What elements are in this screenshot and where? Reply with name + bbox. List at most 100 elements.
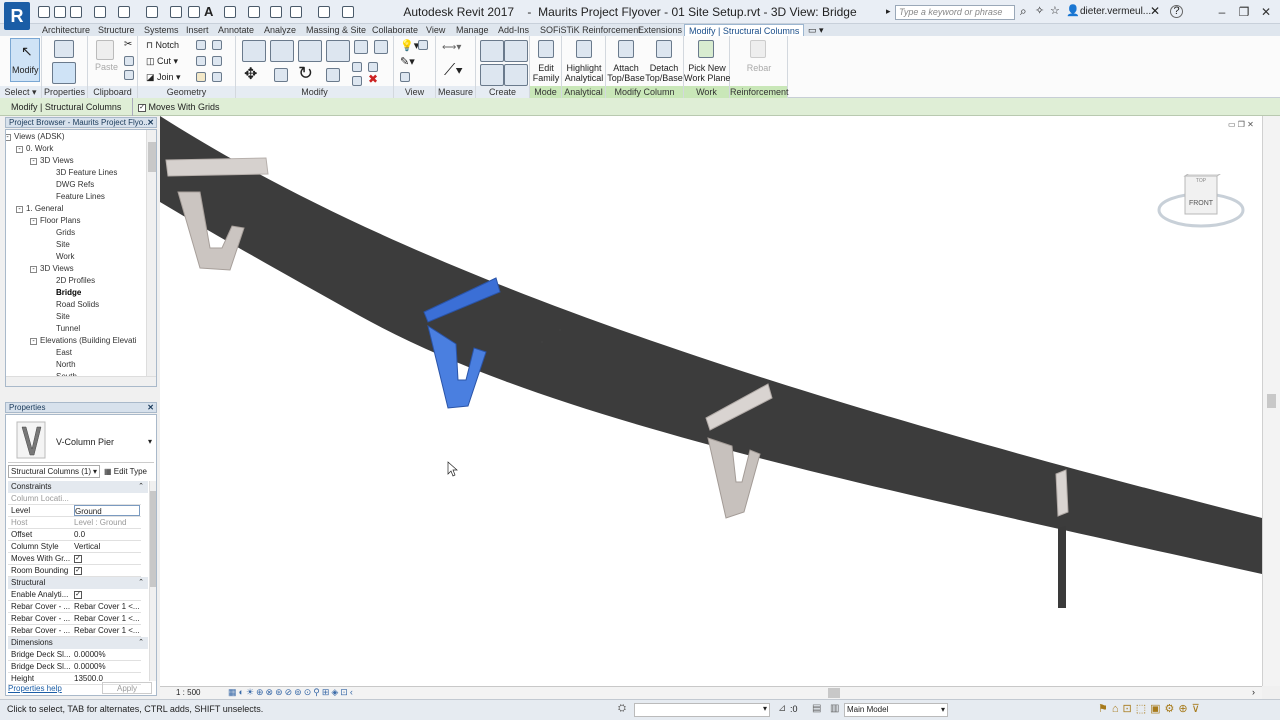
close-hidden-icon[interactable] bbox=[290, 6, 302, 18]
property-row[interactable]: Rebar Cover - ... Rebar Cover 1 <... bbox=[8, 601, 141, 613]
minimize-button[interactable]: – bbox=[1212, 4, 1232, 20]
view-vertical-scrollbar[interactable] bbox=[1262, 116, 1280, 686]
scrollbar-thumb[interactable] bbox=[1267, 394, 1276, 408]
type-properties-icon[interactable] bbox=[54, 40, 74, 58]
design-option-select[interactable]: Main Model ▾ bbox=[844, 703, 948, 717]
measure-icon[interactable] bbox=[146, 6, 158, 18]
undo-icon[interactable] bbox=[94, 6, 106, 18]
tab-annotate[interactable]: Annotate bbox=[218, 24, 254, 36]
remove-paint-icon[interactable] bbox=[212, 56, 222, 66]
property-row[interactable]: Level Ground bbox=[8, 505, 141, 517]
tree-collapse-icon[interactable]: - bbox=[30, 338, 37, 345]
join-button[interactable]: ◪ Join ▾ bbox=[146, 72, 181, 83]
tree-item[interactable]: 2D Profiles bbox=[56, 276, 95, 285]
3d-view-canvas[interactable]: ▭ ❐ ✕ FRONT TOP bbox=[160, 116, 1262, 686]
property-value[interactable]: 0.0000% bbox=[74, 661, 140, 672]
pin-icon[interactable] bbox=[212, 72, 222, 82]
tree-collapse-icon[interactable]: - bbox=[30, 218, 37, 225]
properties-icon[interactable] bbox=[52, 62, 76, 84]
tree-item[interactable]: 1. General bbox=[26, 204, 63, 213]
tree-item[interactable]: 3D Views bbox=[40, 156, 74, 165]
pick-new-work-plane-button[interactable]: Pick New Work Plane bbox=[684, 63, 730, 83]
offset-icon[interactable] bbox=[270, 40, 294, 62]
attach-top-base-icon[interactable] bbox=[618, 40, 634, 58]
edit-family-button[interactable]: Edit Family bbox=[530, 63, 562, 83]
wall-join-icon[interactable] bbox=[196, 40, 206, 50]
tab-massing-site[interactable]: Massing & Site bbox=[306, 24, 366, 36]
trim-icon[interactable] bbox=[326, 68, 340, 82]
tab-architecture[interactable]: Architecture bbox=[42, 24, 90, 36]
property-checkbox[interactable]: ✓ bbox=[74, 589, 140, 600]
property-row[interactable]: Moves With Gr... ✓ bbox=[8, 553, 141, 565]
viewcube-front-face[interactable]: FRONT bbox=[1185, 200, 1217, 207]
property-row[interactable]: Offset 0.0 bbox=[8, 529, 141, 541]
viewcube-top-face[interactable]: TOP bbox=[1185, 178, 1217, 184]
cut-clipboard-icon[interactable]: ✂ bbox=[124, 39, 132, 50]
collapse-group-icon[interactable]: ⌃ bbox=[138, 481, 144, 493]
help-icon[interactable]: ? bbox=[1170, 5, 1183, 18]
view-window-controls[interactable]: ▭ ❐ ✕ bbox=[1228, 120, 1254, 129]
tab-collaborate[interactable]: Collaborate bbox=[372, 24, 418, 36]
tree-collapse-icon[interactable]: - bbox=[30, 158, 37, 165]
close-button[interactable]: ✕ bbox=[1256, 4, 1276, 20]
user-icon[interactable]: 👤 bbox=[1066, 4, 1080, 17]
tree-item[interactable]: Site bbox=[56, 240, 70, 249]
property-value[interactable]: Vertical bbox=[74, 541, 140, 552]
close-icon[interactable]: ✕ bbox=[147, 118, 154, 127]
tree-item[interactable]: Grids bbox=[56, 228, 75, 237]
copy-element-icon[interactable] bbox=[274, 68, 288, 82]
pick-work-plane-icon[interactable] bbox=[698, 40, 714, 58]
redo-icon[interactable] bbox=[118, 6, 130, 18]
tree-item[interactable]: East bbox=[56, 348, 72, 357]
demolish-icon[interactable] bbox=[196, 72, 206, 82]
collapse-group-icon[interactable]: ⌃ bbox=[138, 637, 144, 649]
search-expand-icon[interactable]: ▸ bbox=[886, 6, 891, 17]
tab-extensions[interactable]: Extensions bbox=[638, 24, 682, 36]
tree-item[interactable]: DWG Refs bbox=[56, 180, 94, 189]
3d-view-icon[interactable] bbox=[224, 6, 236, 18]
workset-select[interactable]: ▾ bbox=[634, 703, 770, 717]
save-icon[interactable] bbox=[54, 6, 66, 18]
split-gap-icon[interactable] bbox=[374, 40, 388, 54]
property-row[interactable]: Rebar Cover - ... Rebar Cover 1 <... bbox=[8, 613, 141, 625]
property-row[interactable]: Bridge Deck Sl... 0.0000% bbox=[8, 661, 141, 673]
property-row[interactable]: Enable Analyti... ✓ bbox=[8, 589, 141, 601]
worksets-icon[interactable]: ⛭ bbox=[618, 703, 626, 714]
close-icon[interactable]: ✕ bbox=[147, 403, 154, 412]
property-checkbox[interactable]: ✓ bbox=[74, 553, 140, 564]
split-element-icon[interactable] bbox=[354, 40, 368, 54]
tree-item[interactable]: Bridge bbox=[56, 288, 81, 297]
design-options-icon[interactable]: ▤ bbox=[812, 703, 821, 714]
measure-between-icon[interactable]: ⟷▾ bbox=[442, 42, 461, 53]
tab-add-ins[interactable]: Add-Ins bbox=[498, 24, 529, 36]
tab-structure[interactable]: Structure bbox=[98, 24, 135, 36]
scroll-right-icon[interactable]: › bbox=[1252, 687, 1255, 697]
property-row[interactable]: Bridge Deck Sl... 0.0000% bbox=[8, 649, 141, 661]
tree-item[interactable]: Elevations (Building Elevati bbox=[40, 336, 137, 345]
tab-systems[interactable]: Systems bbox=[144, 24, 179, 36]
create-parts-icon[interactable] bbox=[504, 40, 528, 62]
paint-icon[interactable] bbox=[196, 56, 206, 66]
hide-icon[interactable]: 💡▾ bbox=[400, 39, 419, 52]
user-name[interactable]: dieter.vermeul... bbox=[1080, 6, 1151, 17]
tree-collapse-icon[interactable]: - bbox=[6, 134, 11, 141]
open-icon[interactable] bbox=[38, 6, 50, 18]
tree-item[interactable]: 3D Feature Lines bbox=[56, 168, 117, 177]
edit-type-button[interactable]: ▦ Edit Type bbox=[104, 465, 147, 478]
favorites-icon[interactable]: ☆ bbox=[1050, 4, 1060, 17]
viewcube[interactable]: FRONT TOP bbox=[1156, 171, 1246, 240]
property-row[interactable]: Column Locati... bbox=[8, 493, 141, 505]
pier-4[interactable] bbox=[1055, 469, 1069, 608]
exchange-icon[interactable]: ✕ bbox=[1150, 4, 1160, 18]
customize-qat-icon[interactable] bbox=[342, 6, 354, 18]
tree-item[interactable]: Road Solids bbox=[56, 300, 99, 309]
panel-label-select[interactable]: Select ▾ bbox=[0, 86, 41, 98]
ribbon-minimize-icon[interactable]: ▭ ▾ bbox=[808, 24, 824, 36]
tree-item[interactable]: Views (ADSK) bbox=[14, 132, 65, 141]
property-value[interactable]: Rebar Cover 1 <... bbox=[74, 601, 140, 612]
match-type-icon[interactable] bbox=[124, 70, 134, 80]
property-group-header[interactable]: Structural ⌃ bbox=[8, 577, 148, 589]
delete-icon[interactable]: ✖ bbox=[368, 72, 378, 86]
create-assembly-icon[interactable] bbox=[480, 40, 504, 62]
property-row[interactable]: Room Bounding ✓ bbox=[8, 565, 141, 577]
